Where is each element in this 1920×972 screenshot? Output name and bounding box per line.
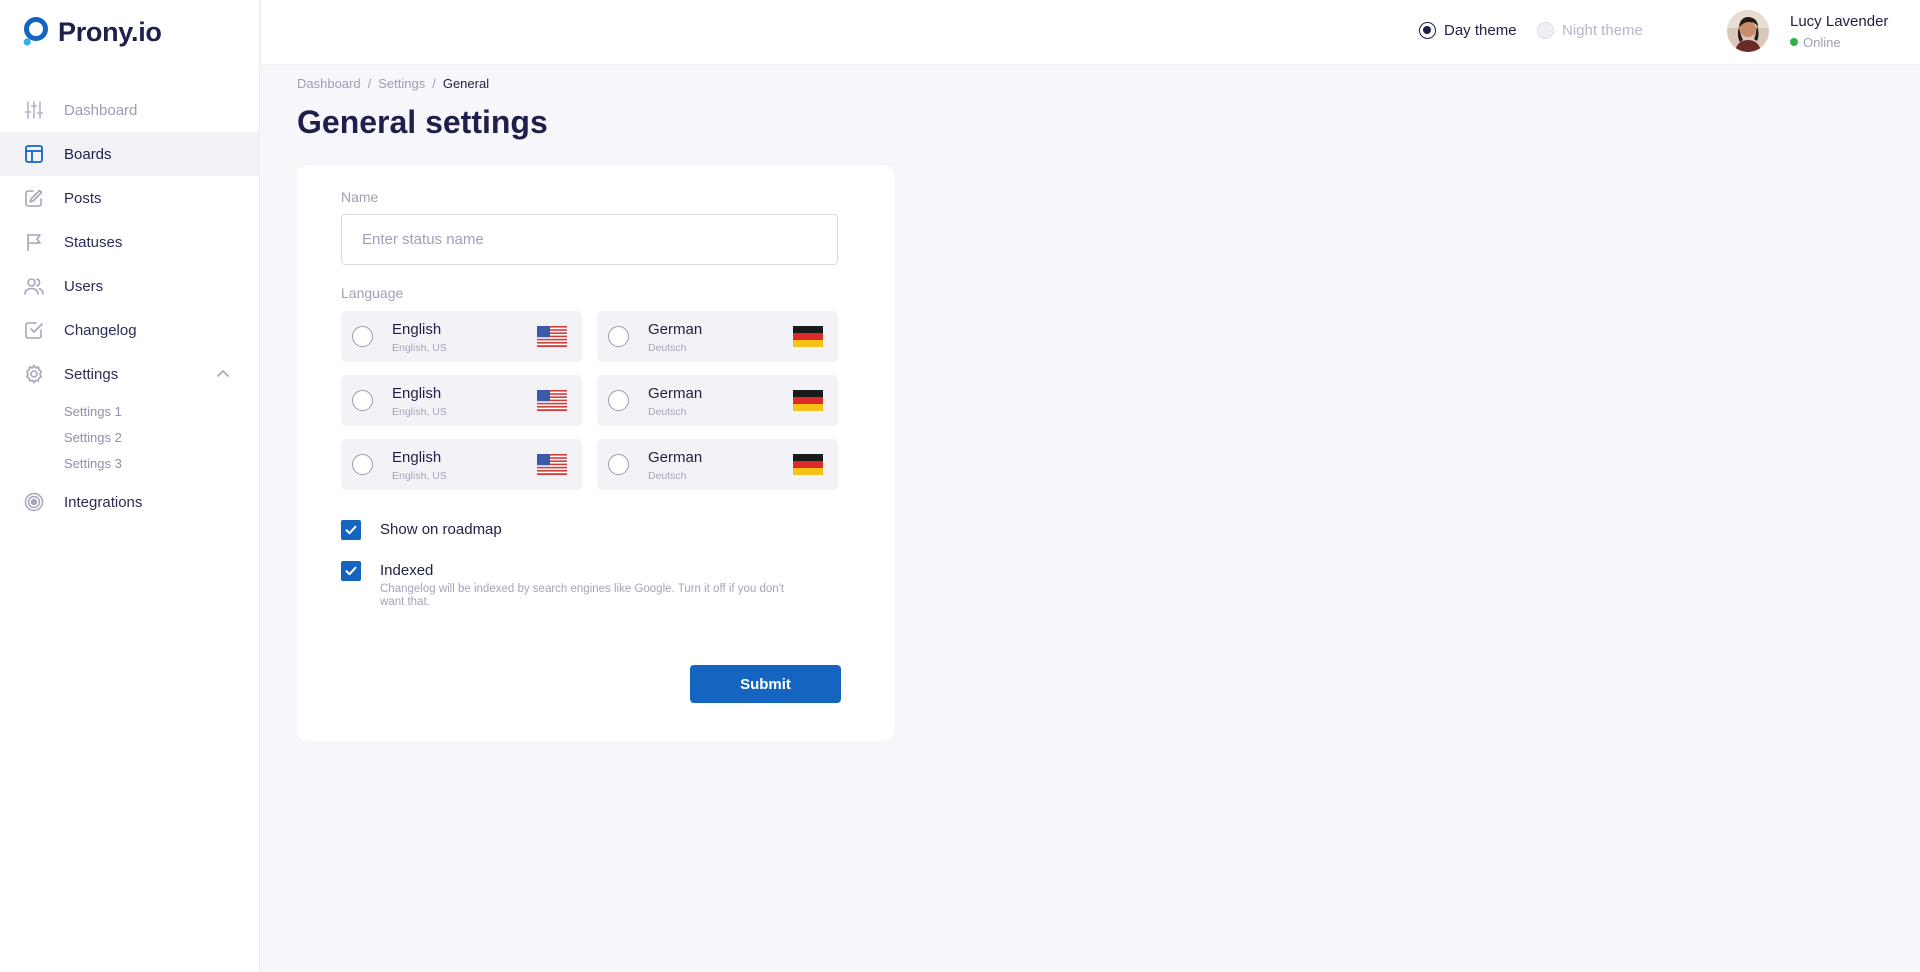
language-option-english-1[interactable]: English English, US (341, 311, 582, 362)
language-radio[interactable] (608, 390, 629, 411)
de-flag-icon (793, 390, 823, 411)
sidebar: Prony.io Dashboard Boards Posts Statuses… (0, 0, 260, 972)
sidebar-item-settings[interactable]: Settings (0, 352, 259, 396)
sidebar-item-posts[interactable]: Posts (0, 176, 259, 220)
logo[interactable]: Prony.io (22, 16, 162, 48)
sidebar-item-label: Posts (64, 189, 102, 207)
flag-icon (24, 232, 44, 252)
language-title: English (392, 321, 442, 338)
language-option-german-1[interactable]: German Deutsch (597, 311, 838, 362)
breadcrumb-settings[interactable]: Settings (378, 76, 425, 91)
language-option-german-2[interactable]: German Deutsch (597, 375, 838, 426)
sidebar-item-label: Changelog (64, 321, 137, 339)
name-label: Name (341, 189, 379, 205)
day-theme-option[interactable]: Day theme (1419, 22, 1517, 39)
checkbox-checked[interactable] (341, 561, 361, 581)
page-title: General settings (297, 104, 548, 140)
night-theme-radio[interactable] (1537, 22, 1554, 39)
settings-form-card: Name Language English English, US German… (297, 165, 894, 741)
de-flag-icon (793, 326, 823, 347)
sidebar-item-label: Integrations (64, 493, 143, 511)
user-status: Online (1790, 35, 1888, 50)
checkbox-help-text: Changelog will be indexed by search engi… (380, 583, 785, 608)
sidebar-item-users[interactable]: Users (0, 264, 259, 308)
sidebar-subitem-settings-2[interactable]: Settings 2 (64, 424, 259, 450)
sidebar-item-changelog[interactable]: Changelog (0, 308, 259, 352)
language-radio[interactable] (352, 390, 373, 411)
language-subtitle: Deutsch (648, 470, 687, 482)
sidebar-item-label: Dashboard (64, 101, 138, 119)
status-name-input[interactable] (341, 214, 838, 265)
submit-button[interactable]: Submit (690, 665, 841, 703)
settings-subnav: Settings 1 Settings 2 Settings 3 (0, 396, 259, 480)
sidebar-item-label: Users (64, 277, 104, 295)
language-option-english-2[interactable]: English English, US (341, 375, 582, 426)
sidebar-item-dashboard[interactable]: Dashboard (0, 88, 259, 132)
user-menu[interactable]: Lucy Lavender Online (1727, 10, 1888, 52)
checklist-icon (24, 320, 44, 340)
breadcrumb-separator: / (367, 76, 372, 91)
sidebar-subitem-settings-1[interactable]: Settings 1 (64, 398, 259, 424)
checkbox-checked[interactable] (341, 520, 361, 540)
language-title: German (648, 449, 703, 466)
sidebar-item-integrations[interactable]: Integrations (0, 480, 259, 524)
night-theme-option[interactable]: Night theme (1537, 22, 1643, 39)
day-theme-radio[interactable] (1419, 22, 1436, 39)
language-option-german-3[interactable]: German Deutsch (597, 439, 838, 490)
language-radio[interactable] (608, 454, 629, 475)
breadcrumb-dashboard[interactable]: Dashboard (297, 76, 361, 91)
logo-text: Prony.io (58, 16, 162, 47)
breadcrumb-current: General (442, 76, 490, 91)
sidebar-item-boards[interactable]: Boards (0, 132, 259, 176)
sidebar-item-label: Settings (64, 365, 119, 383)
indexed-checkbox[interactable]: Indexed Changelog will be indexed by sea… (341, 561, 800, 609)
language-subtitle: Deutsch (648, 342, 687, 354)
user-name: Lucy Lavender (1790, 12, 1889, 30)
sidebar-subitem-settings-3[interactable]: Settings 3 (64, 450, 259, 476)
breadcrumb: Dashboard / Settings / General (297, 76, 489, 91)
check-icon (345, 566, 357, 576)
gear-icon (24, 364, 44, 384)
users-icon (24, 276, 44, 296)
sidebar-nav: Dashboard Boards Posts Statuses Users Ch… (0, 88, 259, 524)
top-header: Day theme Night theme Lucy Lavender Onli… (261, 0, 1920, 64)
prony-logo-icon (23, 17, 48, 46)
de-flag-icon (793, 454, 823, 475)
breadcrumb-separator: / (432, 76, 436, 91)
sidebar-item-statuses[interactable]: Statuses (0, 220, 259, 264)
edit-icon (24, 188, 44, 208)
us-flag-icon (537, 454, 567, 475)
language-title: German (648, 321, 703, 338)
board-icon (24, 144, 44, 164)
language-subtitle: English, US (392, 342, 447, 354)
target-icon (24, 492, 44, 512)
user-status-text: Online (1803, 34, 1841, 50)
language-subtitle: English, US (392, 406, 447, 418)
sidebar-item-label: Boards (64, 145, 112, 163)
language-radio[interactable] (352, 326, 373, 347)
checkbox-label: Indexed (380, 562, 434, 579)
night-theme-label: Night theme (1562, 22, 1643, 39)
sliders-icon (24, 100, 44, 120)
check-icon (345, 525, 357, 535)
chevron-up-icon[interactable] (215, 366, 231, 382)
avatar[interactable] (1727, 10, 1769, 52)
language-radio[interactable] (608, 326, 629, 347)
us-flag-icon (537, 326, 567, 347)
day-theme-label: Day theme (1444, 22, 1517, 39)
language-subtitle: Deutsch (648, 406, 687, 418)
language-subtitle: English, US (392, 470, 447, 482)
language-label: Language (341, 285, 404, 301)
show-on-roadmap-checkbox[interactable]: Show on roadmap (341, 520, 502, 540)
checkbox-label: Show on roadmap (380, 521, 502, 538)
us-flag-icon (537, 390, 567, 411)
language-title: English (392, 449, 442, 466)
language-radio[interactable] (352, 454, 373, 475)
language-title: English (392, 385, 442, 402)
sidebar-item-label: Statuses (64, 233, 123, 251)
language-option-english-3[interactable]: English English, US (341, 439, 582, 490)
online-status-dot (1790, 38, 1798, 46)
language-title: German (648, 385, 703, 402)
